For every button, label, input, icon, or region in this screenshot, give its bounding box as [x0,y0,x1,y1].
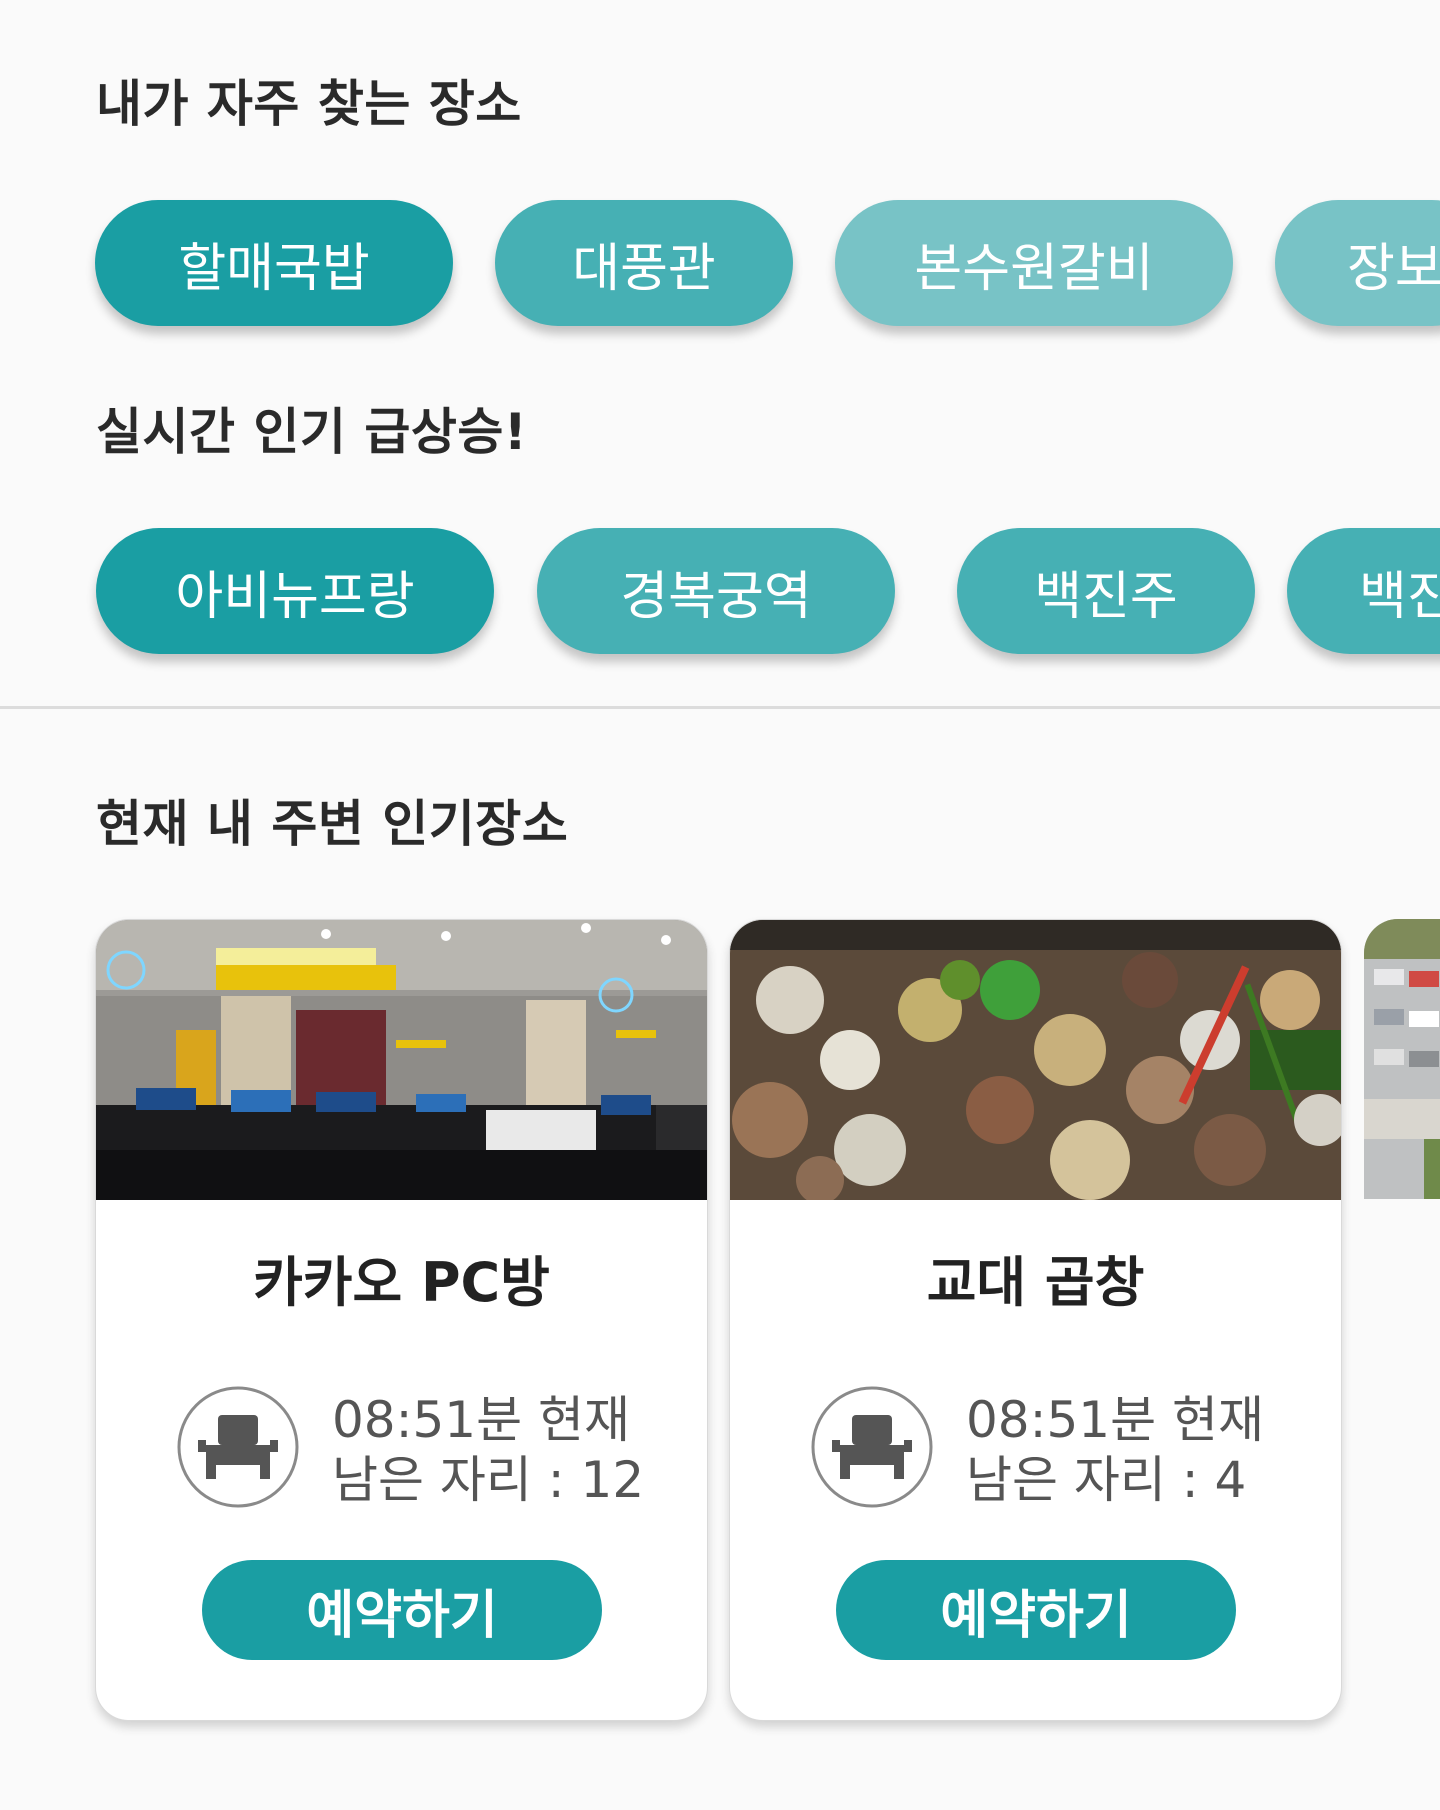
section-divider [0,706,1440,709]
availability-info: 08:51분 현재 남은 자리 : 4 [966,1390,1264,1510]
place-name: 교대 곱창 [926,1251,1145,1314]
remaining-seats: 남은 자리 : 12 [332,1451,645,1509]
place-card-partial[interactable] [1364,919,1440,1199]
gopchang-photo [730,920,1341,1200]
trending-chip-avenue-franc[interactable]: 아비뉴프랑 [96,528,494,654]
trending-chip-baekjinju[interactable]: 백진주 [957,528,1255,654]
parking-lot-photo [1364,919,1440,1199]
reserve-button[interactable]: 예약하기 [836,1560,1236,1660]
status-time: 08:51분 현재 [966,1391,1264,1449]
frequent-places-row: 할매국밥 대풍관 본수원갈비 장보 [0,200,1440,340]
place-name: 카카오 PC방 [253,1251,550,1314]
nearby-places-title: 현재 내 주변 인기장소 [96,795,569,853]
status-time: 08:51분 현재 [332,1391,630,1449]
frequent-places-title: 내가 자주 찾는 장소 [96,75,522,133]
remaining-seats: 남은 자리 : 4 [966,1451,1247,1509]
pc-room-photo [96,920,707,1200]
reserve-button[interactable]: 예약하기 [202,1560,602,1660]
place-card-kakao-pc[interactable]: 카카오 PC방 08:51분 현재 남은 자리 : 12 예약하기 [95,919,708,1721]
trending-places-title: 실시간 인기 급상승! [96,403,528,461]
frequent-chip-daepunggwan[interactable]: 대풍관 [495,200,793,326]
seat-icon [811,1386,933,1508]
trending-chip-gyeongbokgung-station[interactable]: 경복궁역 [537,528,895,654]
frequent-chip-jangbo[interactable]: 장보 [1275,200,1440,326]
frequent-chip-halmae-gukbap[interactable]: 할매국밥 [95,200,453,326]
frequent-chip-bonsuwon-galbi[interactable]: 본수원갈비 [835,200,1233,326]
place-card-gyodae-gopchang[interactable]: 교대 곱창 08:51분 현재 남은 자리 : 4 예약하기 [729,919,1342,1721]
availability-info: 08:51분 현재 남은 자리 : 12 [332,1390,644,1510]
seat-icon [177,1386,299,1508]
trending-chip-baekjin[interactable]: 백진 [1287,528,1440,654]
trending-places-row: 아비뉴프랑 경복궁역 백진주 백진 [0,528,1440,668]
